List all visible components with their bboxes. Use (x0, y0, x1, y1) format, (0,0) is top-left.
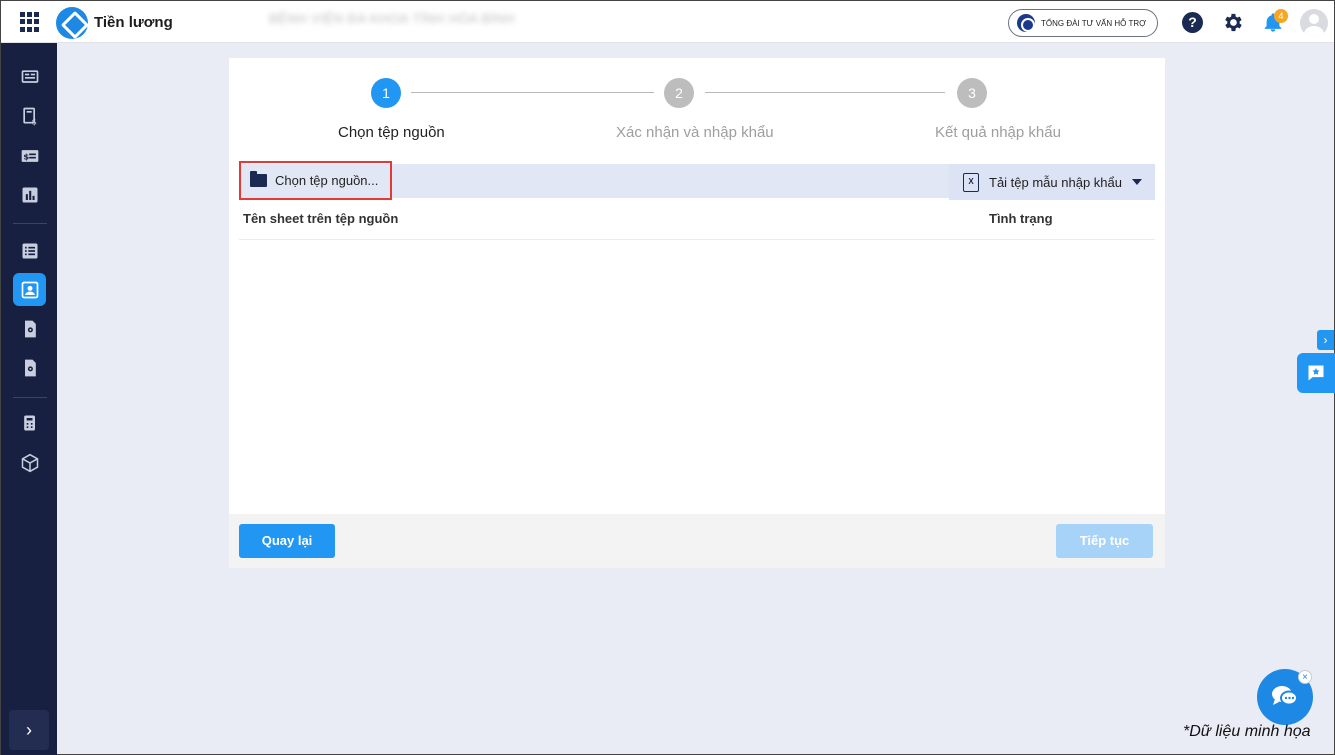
gear-icon[interactable] (1221, 11, 1244, 34)
list-icon (22, 243, 37, 258)
download-template-label: Tải tệp mẫu nhập khẩu (989, 174, 1122, 190)
settings-document-icon (24, 320, 36, 337)
step-connector (705, 92, 945, 93)
notification-badge: 4 (1274, 9, 1288, 23)
sidebar-item-settings-document[interactable] (13, 312, 46, 345)
chevron-right-icon: › (1323, 333, 1328, 347)
report-icon (22, 187, 37, 202)
step-3-label: Kết quả nhập khẩu (935, 124, 1061, 141)
step-connector (411, 92, 654, 93)
column-header-sheet-name: Tên sheet trên tệp nguồn (243, 211, 399, 226)
caret-down-icon (1131, 179, 1142, 185)
sidebar-item-payroll[interactable]: $ (13, 99, 46, 132)
continue-button[interactable]: Tiếp tục (1056, 524, 1153, 558)
back-button[interactable]: Quay lại (239, 524, 335, 558)
sidebar-divider (13, 397, 47, 398)
svg-text:$: $ (31, 116, 36, 126)
column-header-status: Tình trạng (989, 211, 1053, 226)
configuration-document-icon (24, 359, 36, 376)
sidebar-divider (13, 223, 47, 224)
step-3-circle: 3 (957, 78, 987, 108)
folder-icon (250, 171, 267, 187)
sidebar: $ $ › (1, 43, 57, 755)
choose-source-file-label: Chọn tệp nguồn... (275, 173, 379, 188)
package-icon (21, 453, 38, 472)
step-1-label: Chọn tệp nguồn (338, 124, 445, 141)
table-header-divider (239, 239, 1155, 240)
step-1-circle: 1 (371, 78, 401, 108)
app-logo (56, 7, 88, 39)
sidebar-item-configuration-document[interactable] (13, 351, 46, 384)
import-wizard-card: 1 2 3 Chọn tệp nguồn Xác nhận và nhập kh… (229, 58, 1165, 568)
panel-collapse-tab[interactable]: › (1317, 330, 1334, 350)
step-2-circle: 2 (664, 78, 694, 108)
sidebar-item-employee-profile[interactable] (13, 273, 46, 306)
wizard-footer: Quay lại Tiếp tục (229, 514, 1165, 568)
sidebar-item-report[interactable] (13, 178, 46, 211)
top-bar: Tiền lương BỆNH VIỆN ĐA KHOA TỈNH HÒA BÌ… (1, 1, 1334, 43)
download-template-button[interactable]: X Tải tệp mẫu nhập khẩu (949, 164, 1155, 200)
chevron-right-icon: › (26, 719, 32, 740)
illustration-data-note: *Dữ liệu minh họa (1183, 723, 1311, 740)
sidebar-item-list[interactable] (13, 234, 46, 267)
payroll-icon: $ (22, 107, 36, 126)
app-title: Tiền lương (94, 14, 173, 31)
excel-download-icon: X (963, 172, 979, 192)
hotline-label: TỔNG ĐÀI TƯ VẤN HỖ TRỢ (1041, 18, 1146, 28)
choose-source-file-button[interactable]: Chọn tệp nguồn... (239, 161, 392, 200)
user-avatar[interactable] (1300, 9, 1328, 37)
help-icon[interactable]: ? (1182, 12, 1203, 33)
app-grid-icon[interactable] (20, 12, 40, 32)
sidebar-item-salary[interactable]: $ (13, 139, 46, 172)
organization-name: BỆNH VIỆN ĐA KHOA TỈNH HÒA BÌNH (269, 11, 515, 26)
support-hotline-button[interactable]: TỔNG ĐÀI TƯ VẤN HỖ TRỢ (1008, 9, 1158, 37)
sidebar-item-calculator[interactable] (13, 406, 46, 439)
chat-icon (1272, 686, 1298, 706)
salary-icon: $ (21, 149, 38, 162)
sidebar-item-package[interactable] (13, 446, 46, 479)
sidebar-expand-button[interactable]: › (9, 710, 49, 750)
employee-profile-icon (21, 281, 38, 298)
feedback-button[interactable] (1297, 353, 1335, 393)
sidebar-item-dashboard[interactable] (13, 60, 46, 93)
svg-text:$: $ (23, 151, 29, 161)
chat-close-icon[interactable]: × (1298, 670, 1312, 684)
dashboard-icon (21, 69, 38, 83)
step-2-label: Xác nhận và nhập khẩu (616, 124, 774, 141)
phone-icon (1017, 14, 1035, 32)
feedback-star-icon (1308, 365, 1324, 381)
calculator-icon (23, 415, 35, 430)
